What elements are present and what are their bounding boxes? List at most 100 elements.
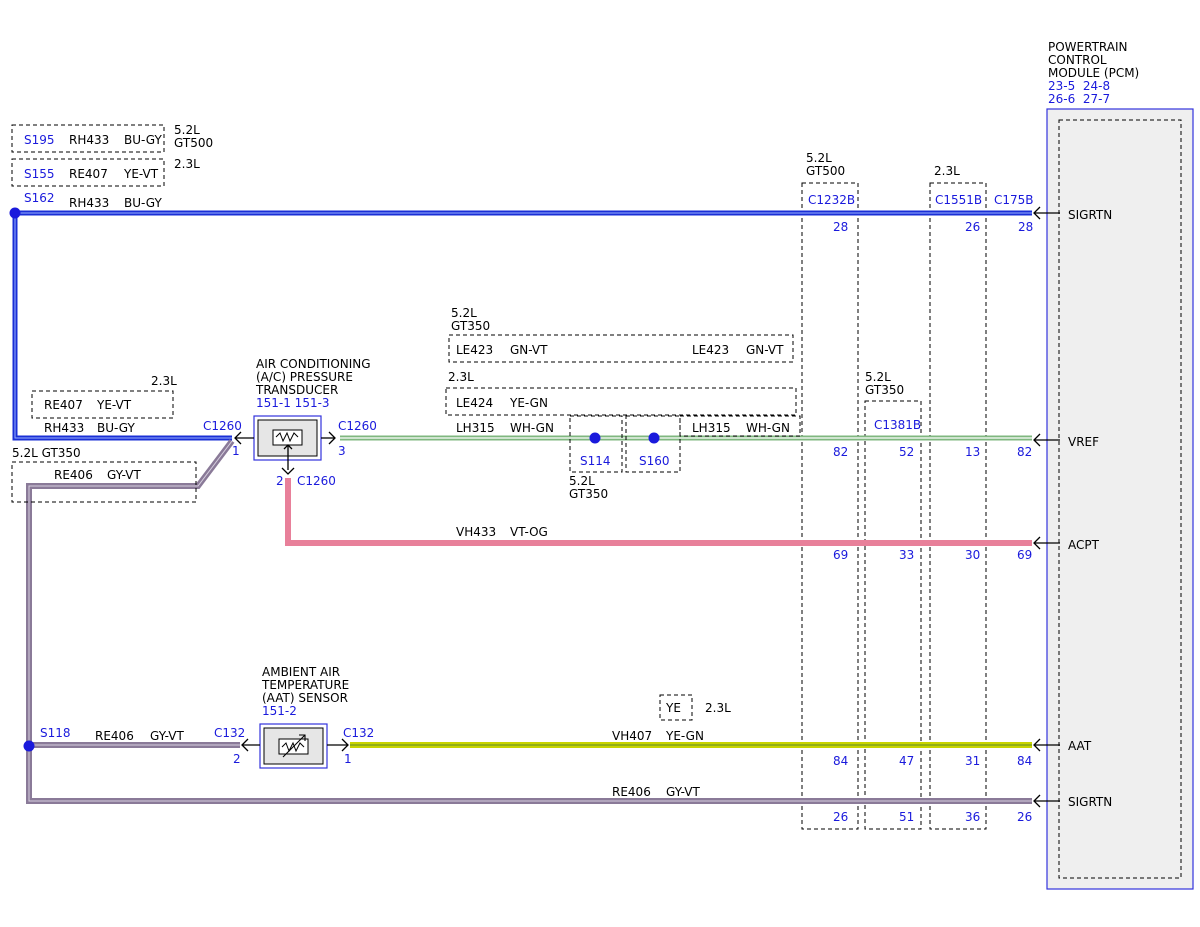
connector-label-c132[interactable]: C132 <box>343 726 374 740</box>
pcm-pin-sigrtn: SIGRTN <box>1068 208 1112 222</box>
connector-c175b[interactable]: C175B 28 82 69 84 26 <box>994 193 1034 824</box>
pin-number: 69 <box>833 548 848 562</box>
engine-label: 5.2L <box>174 123 200 137</box>
wire-color-label-vref-right: WH-GN <box>746 421 790 435</box>
pin-number: 33 <box>899 548 914 562</box>
pin-number: 1 <box>232 444 240 458</box>
connector-engine-label: 5.2L <box>806 151 832 165</box>
wire-acpt[interactable] <box>285 478 1032 546</box>
engine-label: 5.2L <box>451 306 477 320</box>
connector-c1551b[interactable]: 2.3L C1551B 26 13 30 31 36 <box>929 164 987 830</box>
connector-label-c132[interactable]: C132 <box>214 726 245 740</box>
variant-note-s195: S195 RH433 BU-GY 5.2L GT500 <box>11 123 213 153</box>
connector-id[interactable]: C1232B <box>808 193 855 207</box>
pcm-ref-line[interactable]: 26-6 27-7 <box>1048 92 1110 106</box>
wire-color-label-vref-left: WH-GN <box>510 421 554 435</box>
splice-label[interactable]: S155 <box>24 167 55 181</box>
engine-label: 2.3L <box>705 701 731 715</box>
splice-dot-s114[interactable] <box>589 432 601 444</box>
circuit-label: RH433 <box>69 133 109 147</box>
connector-label-c1260[interactable]: C1260 <box>203 419 242 433</box>
pin-number: 26 <box>833 810 848 824</box>
pin-number: 30 <box>965 548 980 562</box>
pcm-pin-aat: AAT <box>1068 739 1092 753</box>
pcm-pin-acpt: ACPT <box>1068 538 1100 552</box>
circuit-label-acpt: VH433 <box>456 525 496 539</box>
variant-note-le423: 5.2L GT350 LE423 GN-VT LE423 GN-VT <box>448 306 794 363</box>
connector-id[interactable]: C1381B <box>874 418 921 432</box>
connector-engine-label: 5.2L <box>865 370 891 384</box>
splice-s114[interactable]: S114 5.2L GT350 <box>569 415 623 501</box>
wire-color-label-ac-return: BU-GY <box>97 421 135 435</box>
pcm-module[interactable]: POWERTRAIN CONTROL MODULE (PCM) 23-5 24-… <box>1033 40 1194 890</box>
engine-label: 2.3L <box>448 370 474 384</box>
circuit-label: LE423 <box>692 343 729 357</box>
splice-label[interactable]: S195 <box>24 133 55 147</box>
note-frame <box>445 387 797 416</box>
variant-note-re406: 5.2L GT350 RE406 GY-VT <box>11 446 197 503</box>
splice-s160[interactable]: S160 <box>625 415 681 473</box>
connector-id[interactable]: C1551B <box>935 193 982 207</box>
wire-color-label: YE-VT <box>123 167 159 181</box>
pin-number: 26 <box>965 220 980 234</box>
connector-engine-label: 2.3L <box>934 164 960 178</box>
splice-engine-label: GT350 <box>569 487 608 501</box>
variant-note-ye: YE 2.3L <box>659 694 731 721</box>
engine-label: 2.3L <box>174 157 200 171</box>
splice-label-s118[interactable]: S118 <box>40 726 71 740</box>
aat-sensor[interactable]: AMBIENT AIR TEMPERATURE (AAT) SENSOR 151… <box>214 665 374 769</box>
wire-color-label: GY-VT <box>107 468 141 482</box>
wire-color-label: YE <box>665 701 681 715</box>
circuit-label: RE406 <box>54 468 93 482</box>
wire-color-label-acpt: VT-OG <box>510 525 548 539</box>
connector-label-c1260[interactable]: C1260 <box>297 474 336 488</box>
connector-id[interactable]: C175B <box>994 193 1034 207</box>
note-frame <box>11 461 197 503</box>
pcm-title-line: MODULE (PCM) <box>1048 66 1139 80</box>
circuit-label: LE423 <box>456 343 493 357</box>
circuit-label: RE407 <box>44 398 83 412</box>
splice-dot-s162[interactable] <box>9 207 21 219</box>
pin-number: 84 <box>833 754 848 768</box>
circuit-label-ac-return: RH433 <box>44 421 84 435</box>
component-refs[interactable]: 151-2 <box>262 704 297 718</box>
pin-number: 82 <box>1017 445 1032 459</box>
pcm-ref-line[interactable]: 23-5 24-8 <box>1048 79 1110 93</box>
pcm-title-line: CONTROL <box>1048 53 1107 67</box>
wire-color-label-sigrtn-top: BU-GY <box>124 196 162 210</box>
component-name-line: TRANSDUCER <box>255 383 338 397</box>
engine-label: GT500 <box>174 136 213 150</box>
connector-c1551b-frame <box>929 182 987 830</box>
wire-color-label: YE-VT <box>96 398 132 412</box>
wire-color-label: YE-GN <box>509 396 548 410</box>
pcm-title-line: POWERTRAIN <box>1048 40 1128 54</box>
pin-number: 2 <box>276 474 284 488</box>
pin-number: 69 <box>1017 548 1032 562</box>
splice-dot-s160[interactable] <box>648 432 660 444</box>
pin-number: 2 <box>233 752 241 766</box>
component-name-line: (AAT) SENSOR <box>262 691 348 705</box>
circuit-label-sigrtn-bottom: RE406 <box>612 785 651 799</box>
ac-pressure-transducer[interactable]: AIR CONDITIONING (A/C) PRESSURE TRANSDUC… <box>203 357 377 488</box>
connector-c1232b[interactable]: 5.2L GT500 C1232B 28 82 69 84 26 <box>801 151 859 830</box>
pcm-pin-vref: VREF <box>1068 435 1099 449</box>
splice-dot-s118[interactable] <box>23 740 35 752</box>
splice-engine-label: 5.2L <box>569 474 595 488</box>
splice-label-s162[interactable]: S162 <box>24 191 55 205</box>
circuit-label-sigrtn-top: RH433 <box>69 196 109 210</box>
splice-label[interactable]: S114 <box>580 454 611 468</box>
circuit-label-vref-right: LH315 <box>692 421 731 435</box>
splice-label[interactable]: S160 <box>639 454 670 468</box>
pin-number: 84 <box>1017 754 1032 768</box>
connector-label-c1260[interactable]: C1260 <box>338 419 377 433</box>
pin-number: 47 <box>899 754 914 768</box>
pin-number: 28 <box>833 220 848 234</box>
component-refs[interactable]: 151-1 151-3 <box>256 396 330 410</box>
circuit-label: LE424 <box>456 396 493 410</box>
engine-label: 2.3L <box>151 374 177 388</box>
wire-pink-path <box>285 478 1032 546</box>
component-name-line: AIR CONDITIONING <box>256 357 371 371</box>
circuit-label-aat: VH407 <box>612 729 652 743</box>
pin-number: 28 <box>1018 220 1033 234</box>
wire-color-label-aat: YE-GN <box>665 729 704 743</box>
